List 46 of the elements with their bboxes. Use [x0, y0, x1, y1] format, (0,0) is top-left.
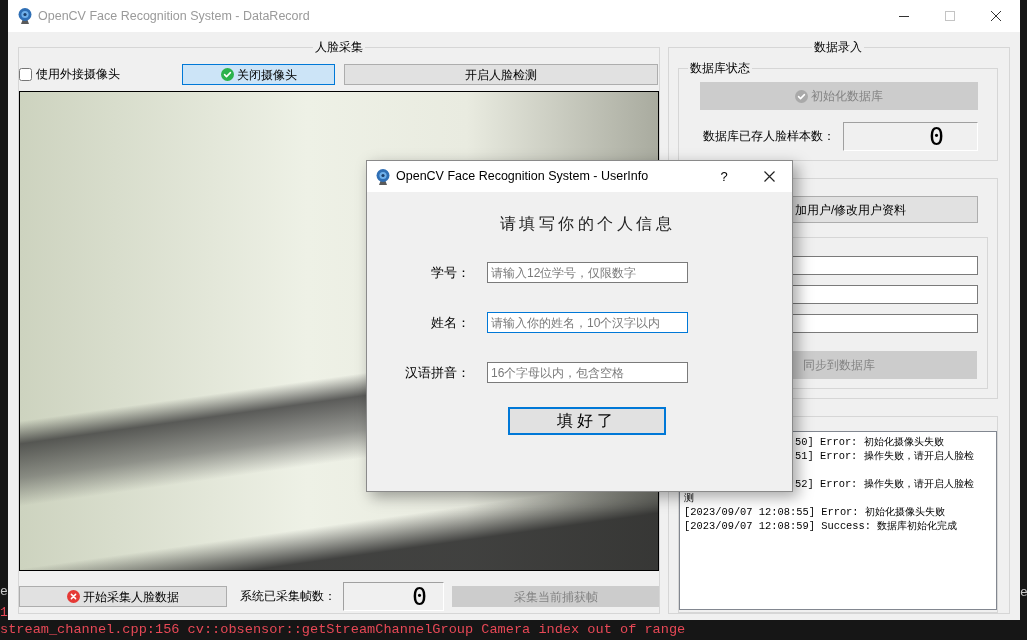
input-field[interactable]	[792, 256, 978, 275]
sample-count-label: 数据库已存人脸样本数：	[703, 129, 835, 144]
edit-user-button[interactable]: 加用户/修改用户资料	[792, 196, 978, 223]
face-detection-button[interactable]: 开启人脸检测	[344, 64, 658, 85]
terminal-text: e	[0, 585, 8, 599]
terminal-text: e	[1020, 586, 1027, 600]
input-field[interactable]: 16个字母以内，包含空格	[487, 362, 688, 383]
field-label: 汉语拼音：	[405, 364, 470, 381]
webcam-icon	[18, 8, 32, 24]
input-field[interactable]: 请输入12位学号，仅限数字	[487, 262, 688, 283]
terminal-text: stream_channel.cpp:156 cv::obsensor::getStreamChannelGroup Camera index out of range	[0, 622, 686, 638]
check-circle-icon	[220, 68, 234, 81]
group-title: 数据录入	[813, 39, 863, 55]
sample-count-display: 0	[843, 122, 978, 151]
minimize-icon	[899, 15, 909, 17]
close-camera-button[interactable]: 关闭摄像头	[182, 64, 335, 85]
frame-count-label: 系统已采集帧数：	[240, 589, 336, 604]
log-line: 51] Error: 操作失败，请开启人脸检	[795, 449, 974, 463]
close-icon	[991, 11, 1001, 21]
input-field[interactable]: 请输入你的姓名，10个汉字以内	[487, 312, 688, 333]
dialog-heading: 请填写你的个人信息	[499, 213, 676, 235]
webcam-icon	[376, 168, 390, 185]
frame-count-display: 0	[343, 582, 444, 611]
error-icon	[67, 590, 80, 603]
check-circle-icon	[795, 89, 808, 103]
input-field[interactable]	[792, 314, 978, 333]
log-line: [2023/09/07 12:08:59] Success: 数据库初始化完成	[684, 519, 958, 533]
group-title: 人脸采集	[314, 39, 364, 55]
window-title: OpenCV Face Recognition System - DataRecord	[38, 8, 310, 24]
submit-button[interactable]: 填好了	[508, 407, 666, 435]
dialog-title: OpenCV Face Recognition System - UserInfo	[396, 169, 649, 184]
log-line: 52] Error: 操作失败，请开启人脸检	[795, 477, 974, 491]
checkbox[interactable]	[19, 68, 32, 81]
checkbox-label: 使用外接摄像头	[36, 67, 120, 82]
start-capture-button[interactable]: 开始采集人脸数据	[19, 586, 227, 607]
log-line: 测	[684, 491, 694, 505]
log-line: [2023/09/07 12:08:55] Error: 初始化摄像头失败	[684, 505, 945, 519]
field-label: 姓名：	[431, 314, 470, 331]
maximize-icon	[945, 11, 955, 21]
group-title: 数据库状态	[689, 60, 751, 76]
terminal-text: 1	[0, 606, 8, 620]
field-label: 学号：	[431, 264, 470, 281]
close-icon	[764, 171, 775, 182]
help-button[interactable]: ?	[701, 161, 747, 192]
input-field[interactable]	[792, 285, 978, 304]
log-line: 50] Error: 初始化摄像头失败	[795, 435, 944, 449]
